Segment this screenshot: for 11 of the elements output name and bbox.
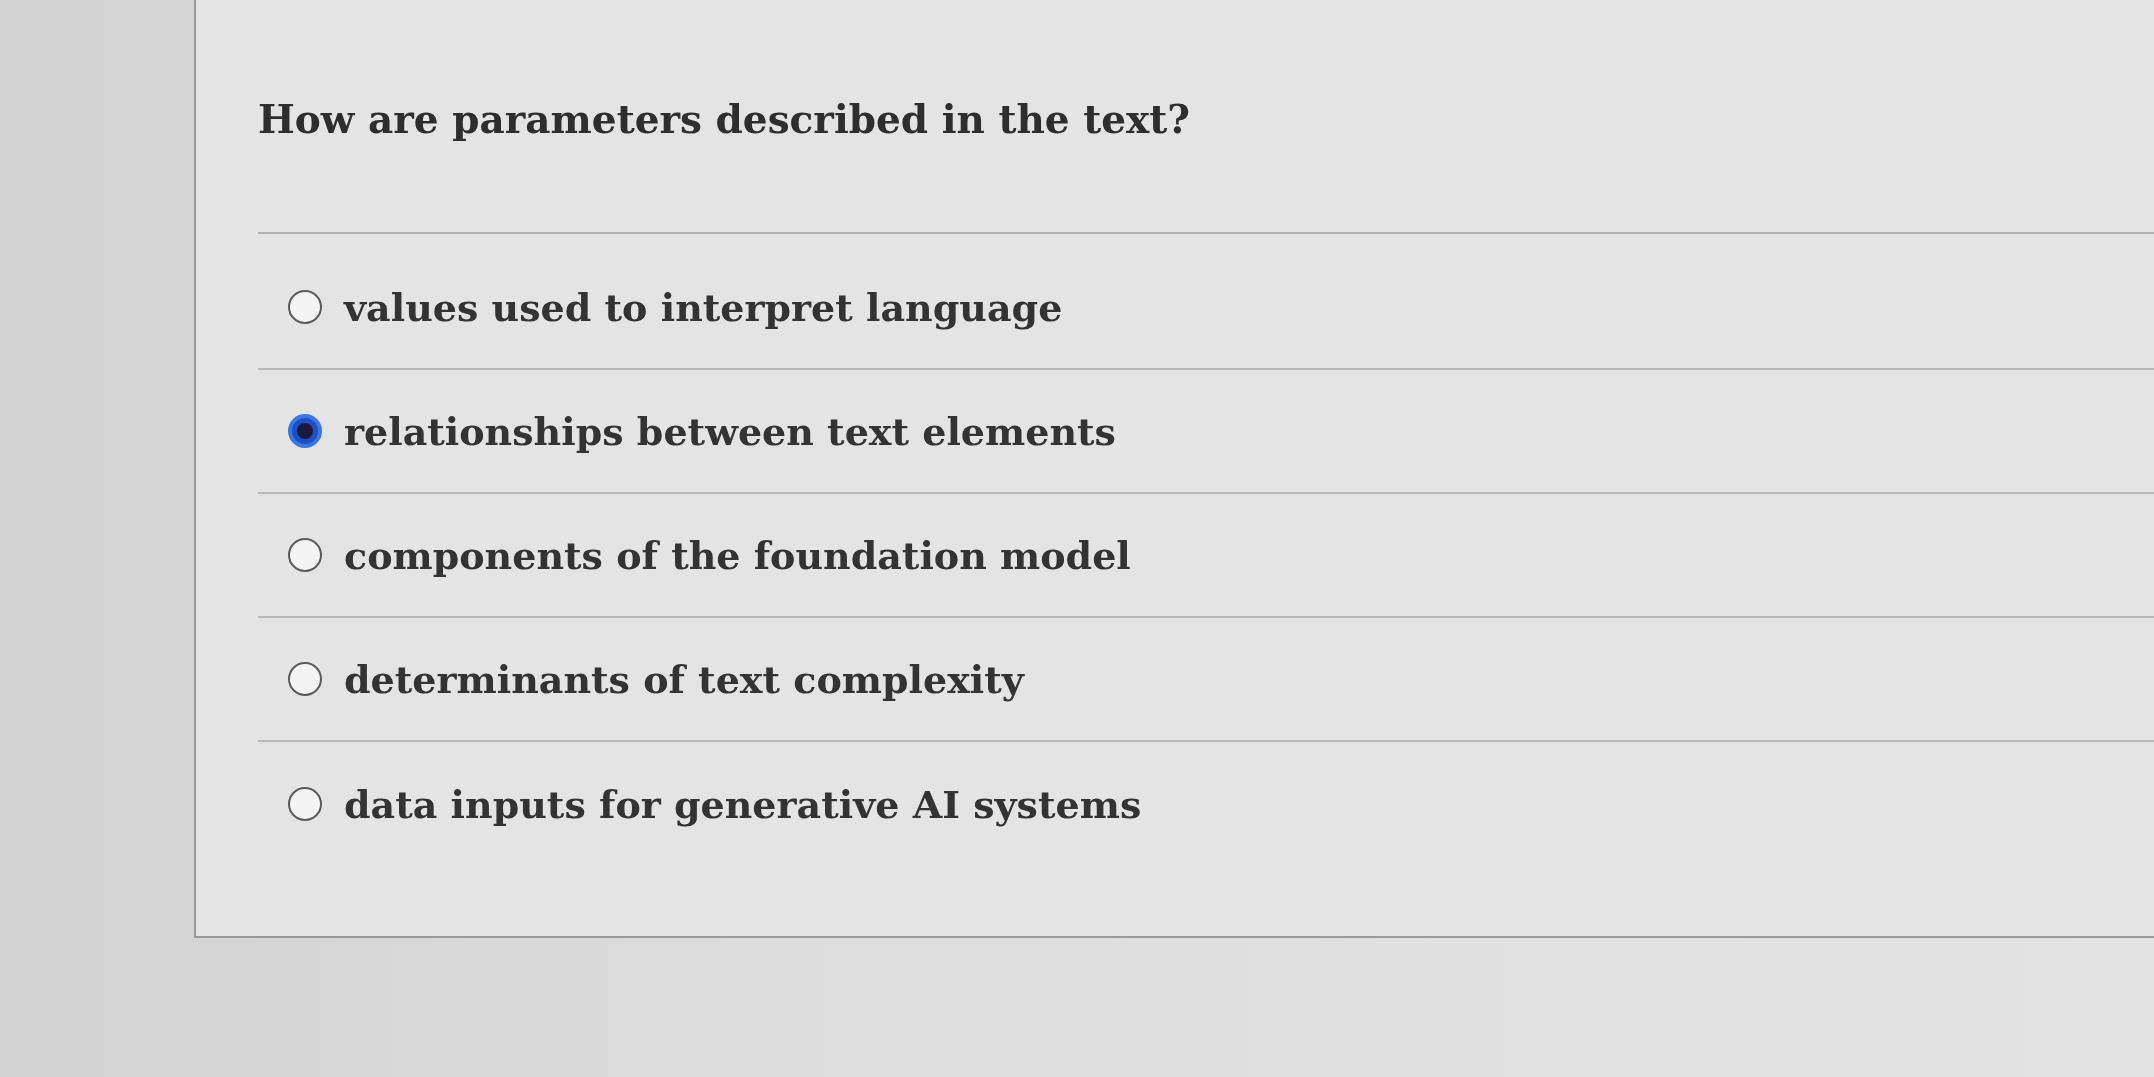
radio-button[interactable] xyxy=(288,538,322,572)
radio-button[interactable] xyxy=(288,787,322,821)
option-label[interactable]: determinants of text complexity xyxy=(344,656,1024,702)
radio-button[interactable] xyxy=(288,290,322,324)
radio-button[interactable] xyxy=(288,414,322,448)
option-label[interactable]: components of the foundation model xyxy=(344,532,1131,578)
option-label[interactable]: relationships between text elements xyxy=(344,408,1116,454)
option-label[interactable]: values used to interpret language xyxy=(344,284,1063,330)
radio-button[interactable] xyxy=(288,662,322,696)
question-text: How are parameters described in the text? xyxy=(258,96,1191,142)
option-label[interactable]: data inputs for generative AI systems xyxy=(344,781,1142,827)
